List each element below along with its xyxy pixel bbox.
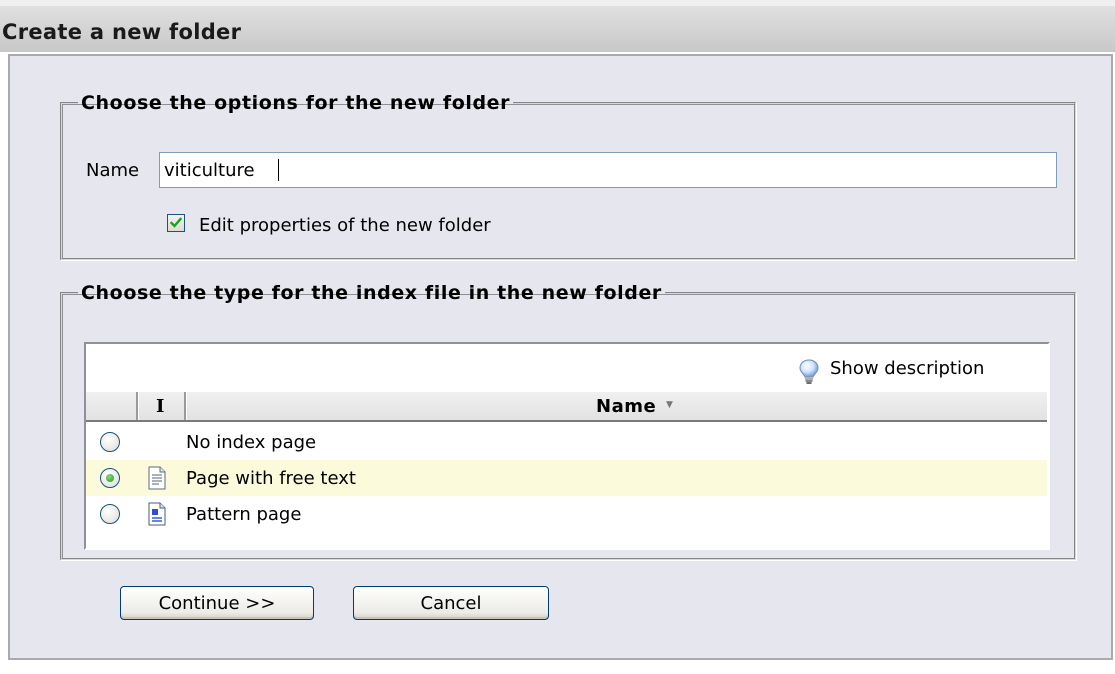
options-group: Choose the options for the new folder Na… [60, 92, 1076, 260]
row-label: Pattern page [186, 504, 302, 525]
index-type-list: Show description I Name ▼ No index page [84, 342, 1050, 550]
title-bar: Create a new folder [0, 0, 1115, 52]
list-header: I Name ▼ [86, 392, 1047, 422]
list-toolbar: Show description [86, 344, 1048, 392]
column-header-icon[interactable]: I [156, 396, 164, 417]
row-label: No index page [186, 432, 317, 453]
folder-name-input[interactable] [159, 152, 1057, 188]
index-type-group-legend: Choose the type for the index file in th… [81, 282, 662, 304]
list-row-pattern[interactable]: Pattern page [86, 496, 1047, 532]
sort-descending-icon: ▼ [666, 400, 673, 410]
lightbulb-icon[interactable] [798, 358, 820, 390]
radio-selected-dot [106, 474, 114, 482]
free-text-radio[interactable] [100, 468, 120, 488]
index-type-group: Choose the type for the index file in th… [60, 282, 1076, 560]
pattern-page-icon [148, 502, 166, 530]
continue-button[interactable]: Continue >> [120, 586, 314, 620]
row-label: Page with free text [186, 468, 356, 489]
text-cursor [278, 159, 279, 181]
edit-properties-label[interactable]: Edit properties of the new folder [199, 215, 491, 236]
options-group-legend: Choose the options for the new folder [81, 92, 511, 114]
column-header-name[interactable]: Name [596, 396, 656, 417]
name-label: Name [86, 160, 140, 181]
column-separator[interactable] [136, 392, 139, 420]
checkmark-icon [169, 217, 183, 228]
list-row-free-text[interactable]: Page with free text [86, 460, 1047, 496]
list-row-no-index[interactable]: No index page [86, 424, 1047, 460]
pattern-page-radio[interactable] [100, 504, 120, 524]
new-folder-dialog: Choose the options for the new folder Na… [8, 54, 1113, 660]
edit-properties-checkbox[interactable] [167, 214, 185, 232]
column-separator[interactable] [184, 392, 187, 420]
show-description-link[interactable]: Show description [830, 358, 984, 379]
no-index-radio[interactable] [100, 432, 120, 452]
window-title: Create a new folder [2, 20, 242, 44]
cancel-button[interactable]: Cancel [353, 586, 549, 620]
text-page-icon [148, 466, 166, 494]
